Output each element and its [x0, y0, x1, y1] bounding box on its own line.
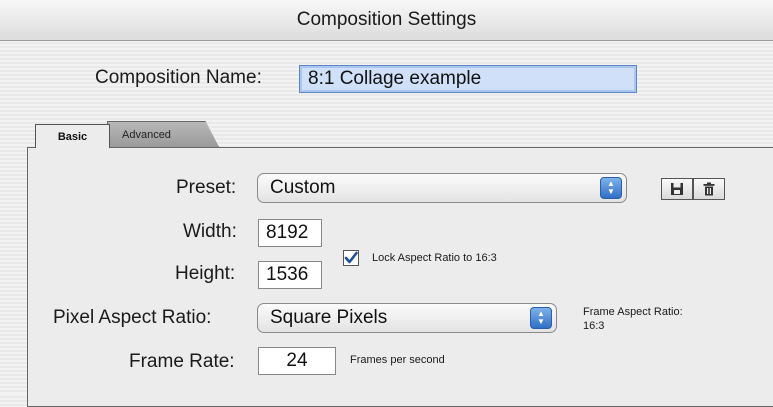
- window-title: Composition Settings: [296, 9, 477, 30]
- frame-rate-unit: Frames per second: [350, 354, 445, 366]
- floppy-disk-icon: [671, 183, 683, 195]
- up-down-arrow-icon: ▲ ▼: [530, 307, 552, 329]
- frame-aspect-label: Frame Aspect Ratio:: [583, 306, 683, 318]
- composition-name-label: Composition Name:: [95, 67, 262, 88]
- up-down-arrow-icon: ▲ ▼: [600, 177, 622, 199]
- height-label: Height:: [175, 263, 236, 284]
- tab-basic-label: Basic: [57, 130, 88, 143]
- tab-advanced-label: Advanced: [122, 128, 171, 141]
- width-label: Width:: [183, 221, 237, 242]
- pixel-aspect-label: Pixel Aspect Ratio:: [53, 307, 212, 328]
- frame-rate-label: Frame Rate:: [129, 351, 235, 372]
- preset-label: Preset:: [176, 177, 237, 198]
- tab-advanced[interactable]: Advanced: [107, 121, 219, 147]
- trash-icon: [703, 182, 715, 196]
- pixel-aspect-value: Square Pixels: [270, 307, 388, 328]
- preset-select[interactable]: Custom ▲ ▼: [257, 173, 627, 203]
- lock-aspect-label: Lock Aspect Ratio to 16:3: [372, 252, 497, 264]
- width-input[interactable]: [258, 219, 322, 247]
- frame-rate-input[interactable]: [258, 347, 336, 375]
- composition-name-input[interactable]: [299, 65, 637, 93]
- checkmark-icon: [344, 251, 358, 264]
- save-preset-button[interactable]: [661, 178, 693, 200]
- pixel-aspect-select[interactable]: Square Pixels ▲ ▼: [257, 303, 557, 333]
- lock-aspect-checkbox[interactable]: [343, 250, 359, 266]
- height-input[interactable]: [258, 261, 322, 289]
- title-bar: Composition Settings: [0, 0, 773, 41]
- preset-value: Custom: [270, 177, 336, 198]
- frame-aspect-value: 16:3: [583, 320, 605, 332]
- tab-basic[interactable]: Basic: [35, 124, 110, 148]
- delete-preset-button[interactable]: [693, 178, 725, 200]
